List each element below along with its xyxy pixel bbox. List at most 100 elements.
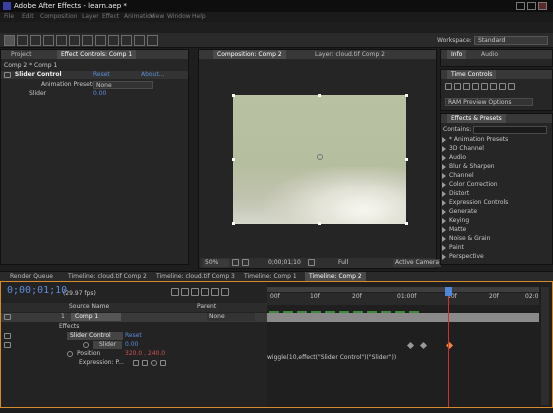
- work-area-bar[interactable]: [267, 287, 539, 292]
- expression-language-icon[interactable]: [160, 360, 166, 366]
- composition-viewport[interactable]: [200, 60, 435, 257]
- layer-handle[interactable]: [232, 94, 235, 97]
- expand-triangle-icon[interactable]: [442, 208, 446, 215]
- frame-blending-icon[interactable]: [191, 288, 199, 296]
- pen-tool-icon[interactable]: [95, 35, 106, 46]
- category-audio[interactable]: Audio: [442, 153, 466, 162]
- layer-name[interactable]: Comp 1: [71, 313, 121, 321]
- expand-triangle-icon[interactable]: [442, 154, 446, 161]
- first-frame-icon[interactable]: [445, 83, 452, 90]
- comp-frame[interactable]: [233, 95, 406, 224]
- shy-icon[interactable]: [181, 288, 189, 296]
- mask-icon[interactable]: [242, 259, 249, 266]
- animation-presets-select[interactable]: None: [93, 81, 153, 89]
- ram-preview-icon[interactable]: [508, 83, 515, 90]
- workspace-select[interactable]: Standard: [474, 36, 548, 45]
- layer-handle[interactable]: [232, 222, 235, 225]
- current-time-indicator[interactable]: [448, 287, 449, 407]
- resolution-select[interactable]: Full: [338, 259, 348, 267]
- timeline-slider-value[interactable]: 0.00: [125, 341, 138, 349]
- tab-layer[interactable]: Layer: cloud.tif Comp 2: [311, 50, 389, 59]
- slider-value[interactable]: 0.00: [93, 90, 106, 98]
- grid-icon[interactable]: [232, 259, 239, 266]
- visibility-eye-icon[interactable]: [4, 314, 11, 320]
- camera-select[interactable]: Active Camera: [393, 259, 442, 267]
- layer-row[interactable]: 1 Comp 1 None: [1, 313, 267, 322]
- camera-tool-icon[interactable]: [56, 35, 67, 46]
- category-channel[interactable]: Channel: [442, 171, 474, 180]
- timeline-scrollbar[interactable]: [541, 287, 549, 405]
- expand-triangle-icon[interactable]: [442, 253, 446, 260]
- layer-handle[interactable]: [318, 94, 321, 97]
- column-parent[interactable]: Parent: [197, 303, 216, 311]
- expand-triangle-icon[interactable]: [442, 145, 446, 152]
- layer-handle[interactable]: [405, 222, 408, 225]
- tab-timeline-comp-1[interactable]: Timeline: Comp 1: [240, 272, 301, 281]
- tab-effect-controls[interactable]: Effect Controls: Comp 1: [57, 50, 137, 59]
- clone-stamp-tool-icon[interactable]: [134, 35, 145, 46]
- audio-icon[interactable]: [490, 83, 497, 90]
- previous-frame-icon[interactable]: [454, 83, 461, 90]
- menu-layer[interactable]: Layer: [82, 13, 99, 20]
- draft-3d-icon[interactable]: [171, 288, 179, 296]
- category-animation-presets[interactable]: * Animation Presets: [442, 135, 508, 144]
- expand-triangle-icon[interactable]: [442, 181, 446, 188]
- rotate-tool-icon[interactable]: [43, 35, 54, 46]
- expand-triangle-icon[interactable]: [442, 199, 446, 206]
- contains-search-input[interactable]: [473, 126, 547, 134]
- brush-tool-icon[interactable]: [121, 35, 132, 46]
- layer-parent-select[interactable]: None: [207, 313, 255, 321]
- layer-handle[interactable]: [318, 222, 321, 225]
- layer-handle[interactable]: [232, 158, 235, 161]
- text-tool-icon[interactable]: [108, 35, 119, 46]
- menu-window[interactable]: Window: [167, 13, 191, 20]
- tab-audio[interactable]: Audio: [477, 50, 502, 59]
- menu-edit[interactable]: Edit: [22, 13, 34, 20]
- category-perspective[interactable]: Perspective: [442, 252, 484, 261]
- maximize-icon[interactable]: [527, 2, 536, 10]
- expression-pickwhip-icon[interactable]: [151, 360, 157, 366]
- category-noise-grain[interactable]: Noise & Grain: [442, 234, 490, 243]
- column-source-name[interactable]: Source Name: [69, 303, 109, 311]
- expression-text-field[interactable]: wiggle(10,effect("Slider Control")("Slid…: [267, 354, 396, 362]
- brainstorm-icon[interactable]: [211, 288, 219, 296]
- anchor-point-icon[interactable]: [317, 154, 323, 160]
- expand-triangle-icon[interactable]: [442, 136, 446, 143]
- stopwatch-icon[interactable]: [67, 351, 73, 357]
- expand-triangle-icon[interactable]: [442, 172, 446, 179]
- close-icon[interactable]: [538, 2, 547, 10]
- slider-property-row[interactable]: Slider 0.00: [1, 341, 267, 350]
- tab-time-controls[interactable]: Time Controls: [447, 70, 497, 79]
- menu-composition[interactable]: Composition: [40, 13, 77, 20]
- expand-triangle-icon[interactable]: [442, 190, 446, 197]
- category-matte[interactable]: Matte: [442, 225, 466, 234]
- effects-group-label[interactable]: Effects: [59, 323, 79, 331]
- expression-graph-icon[interactable]: [142, 360, 148, 366]
- menu-effect[interactable]: Effect: [102, 13, 119, 20]
- tab-timeline-cloud-comp-3[interactable]: Timeline: cloud.tif Comp 3: [152, 272, 239, 281]
- zoom-select[interactable]: 50%: [203, 259, 229, 267]
- expand-triangle-icon[interactable]: [442, 244, 446, 251]
- expand-triangle-icon[interactable]: [442, 217, 446, 224]
- layer-duration-bar[interactable]: [267, 313, 539, 322]
- tab-render-queue[interactable]: Render Queue: [6, 272, 57, 281]
- menu-help[interactable]: Help: [192, 13, 206, 20]
- tab-effects-presets[interactable]: Effects & Presets: [447, 114, 506, 123]
- position-value[interactable]: 320.0 , 240.0: [125, 350, 165, 358]
- layer-handle[interactable]: [405, 94, 408, 97]
- menu-file[interactable]: File: [4, 13, 14, 20]
- next-frame-icon[interactable]: [472, 83, 479, 90]
- expression-enable-icon[interactable]: [133, 360, 139, 366]
- category-blur-sharpen[interactable]: Blur & Sharpen: [442, 162, 495, 171]
- tab-timeline-comp-2[interactable]: Timeline: Comp 2: [305, 272, 366, 281]
- hand-tool-icon[interactable]: [17, 35, 28, 46]
- category-paint[interactable]: Paint: [442, 243, 464, 252]
- category-distort[interactable]: Distort: [442, 189, 469, 198]
- category-keying[interactable]: Keying: [442, 216, 469, 225]
- viewer-timecode[interactable]: 0;00;01;10: [268, 259, 301, 267]
- category-color-correction[interactable]: Color Correction: [442, 180, 498, 189]
- play-icon[interactable]: [463, 83, 470, 90]
- effect-toggle-icon[interactable]: [4, 333, 11, 339]
- expand-triangle-icon[interactable]: [442, 163, 446, 170]
- tab-composition[interactable]: Composition: Comp 2: [213, 50, 286, 59]
